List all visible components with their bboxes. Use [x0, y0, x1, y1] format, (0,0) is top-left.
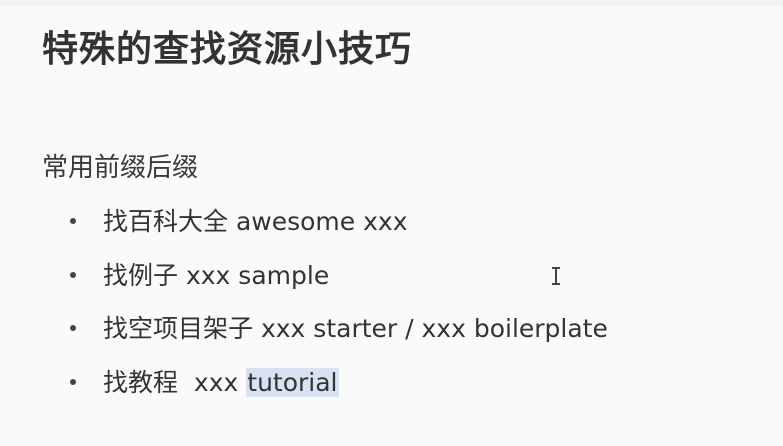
page-top-edge — [0, 0, 783, 6]
text-cursor-icon — [551, 266, 561, 286]
item-label: 找教程 — [103, 367, 179, 397]
bullet-icon — [70, 325, 76, 331]
document-page: 特殊的查找资源小技巧 常用前缀后缀 找百科大全 awesome xxx 找例子 … — [0, 0, 783, 446]
bullet-icon — [70, 218, 76, 224]
cursor-bar — [555, 268, 557, 284]
item-keyword: xxx sample — [185, 260, 330, 290]
selected-text-highlight[interactable]: tutorial — [246, 367, 339, 397]
tips-list: 找百科大全 awesome xxx 找例子 xxx sample 找空项目架子 … — [70, 200, 608, 414]
item-label: 找空项目架子 — [103, 314, 254, 343]
item-keyword: xxx starter / xxx boilerplate — [260, 314, 608, 343]
item-label: 找百科大全 — [103, 207, 229, 236]
list-item: 找空项目架子 xxx starter / xxx boilerplate — [70, 307, 608, 361]
cursor-cap-bottom — [552, 283, 560, 285]
bullet-icon — [70, 271, 76, 278]
item-label: 找例子 — [103, 260, 179, 290]
item-keyword: xxx — [193, 367, 239, 397]
bullet-icon — [70, 378, 76, 385]
page-title: 特殊的查找资源小技巧 — [42, 29, 413, 70]
list-item: 找例子 xxx sample — [70, 254, 608, 308]
item-keyword: awesome xxx — [235, 207, 408, 236]
list-item: 找教程 xxx tutorial — [70, 361, 608, 415]
list-item: 找百科大全 awesome xxx — [70, 200, 608, 254]
section-heading: 常用前缀后缀 — [42, 153, 199, 183]
